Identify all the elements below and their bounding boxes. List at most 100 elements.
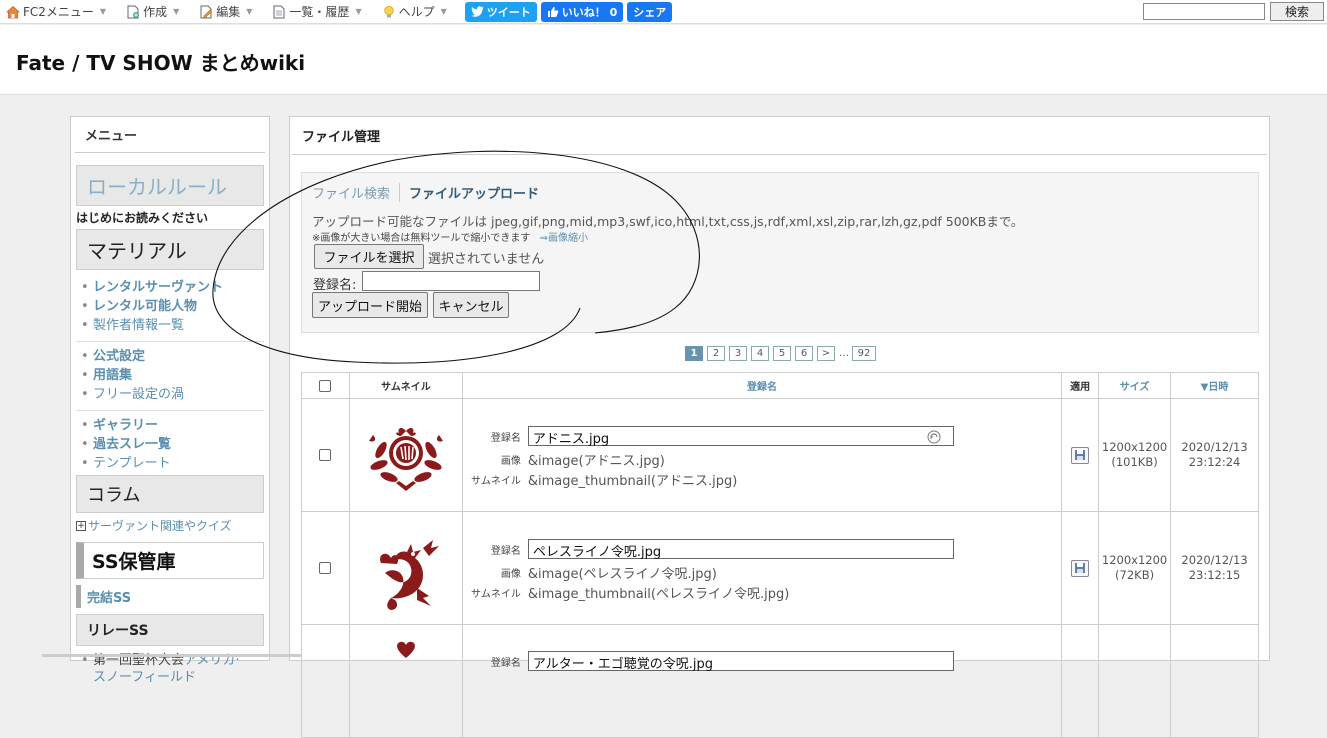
file-name-value: アルター・エゴ聴覚の令呪.jpg [532, 657, 713, 672]
start-upload-button[interactable]: アップロード開始 [312, 292, 428, 318]
social-buttons: ツイート いいね！ 0 シェア [464, 1, 676, 22]
like-button[interactable]: いいね！ 0 [540, 1, 624, 22]
share-button[interactable]: シェア [627, 1, 673, 22]
size-dims: 1200x1200 [1101, 553, 1168, 567]
dragon-seal-thumbnail[interactable] [351, 518, 461, 618]
expand-plus-icon[interactable]: + [76, 520, 86, 531]
image-tag: &image(アドニス.jpg) [527, 454, 665, 469]
relay-ss-box: リレーSS [76, 614, 264, 646]
next-page[interactable]: > [817, 346, 835, 361]
sidebar-link-gallery[interactable]: ギャラリー [93, 418, 158, 433]
divider [76, 410, 264, 411]
sidebar-link-official[interactable]: 公式設定 [93, 349, 145, 364]
col-date[interactable]: ▼日時 [1170, 372, 1259, 399]
table-row: 登録名 アドニス.jpg 画像 &image(アドニス.jpg) サムネイル &… [301, 398, 1259, 512]
upload-note-text: ※画像が大きい場合は無料ツールで縮小できます [312, 233, 531, 244]
site-header: Fate / TV SHOW まとめwiki [0, 25, 1327, 95]
page-2[interactable]: 2 [707, 346, 725, 361]
table-header-row: サムネイル 登録名 適用 サイズ ▼日時 [301, 372, 1259, 399]
no-file-text: 選択されていません [428, 252, 545, 267]
upload-note: ※画像が大きい場合は無料ツールで縮小できます ⇒画像縮小 [312, 229, 588, 244]
share-label: シェア [633, 5, 667, 19]
tab-file-search[interactable]: ファイル検索 [312, 183, 401, 202]
site-title[interactable]: Fate / TV SHOW まとめwiki [16, 47, 305, 76]
select-all-checkbox[interactable] [319, 379, 332, 392]
image-tag: &image(ペレスライノ令呪.jpg) [527, 567, 717, 582]
column-box: コラム [76, 475, 264, 513]
file-fields: 登録名 アルター・エゴ聴覚の令呪.jpg [464, 626, 1060, 736]
page-3[interactable]: 3 [729, 346, 747, 361]
name-row: 登録名 アルター・エゴ聴覚の令呪.jpg [464, 651, 954, 672]
file-name-input[interactable]: アドニス.jpg [527, 426, 954, 447]
name-row: 登録名 ペレスライノ令呪.jpg [464, 539, 954, 560]
file-name-input[interactable]: アルター・エゴ聴覚の令呪.jpg [527, 651, 954, 672]
table-row: 登録名 ペレスライノ令呪.jpg 画像 &image(ペレスライノ令呪.jpg)… [301, 511, 1259, 625]
select-all-cell [301, 372, 350, 399]
sidebar-link-past-threads[interactable]: 過去スレ一覧 [93, 437, 171, 452]
thumb-tag: &image_thumbnail(アドニス.jpg) [527, 474, 738, 489]
col-name[interactable]: 登録名 [461, 372, 1063, 399]
page-last[interactable]: 92 [852, 346, 876, 361]
cancel-button[interactable]: キャンセル [433, 292, 509, 318]
divider [76, 341, 264, 342]
create-menu[interactable]: 作成 ▼ [120, 0, 193, 24]
sidebar-item: ギャラリー [81, 416, 269, 435]
edit-menu[interactable]: 編集 ▼ [193, 0, 266, 24]
sidebar-link-rental-people[interactable]: レンタル可能人物 [93, 299, 197, 314]
register-name-input[interactable] [362, 271, 540, 291]
settings-list: 公式設定 用語集 フリー設定の渦 [71, 347, 269, 404]
sidebar-link-template[interactable]: テンプレート [93, 456, 171, 471]
document-icon [273, 5, 285, 18]
fc2-menu[interactable]: FC2メニュー ▼ [0, 0, 120, 24]
page-5[interactable]: 5 [773, 346, 791, 361]
sidebar-item: 用語集 [81, 366, 269, 385]
page-1[interactable]: 1 [685, 346, 703, 361]
local-rule-box[interactable]: ローカルルール [76, 165, 264, 206]
sidebar-link-glossary[interactable]: 用語集 [93, 368, 132, 383]
sidebar-link-creators[interactable]: 製作者情報一覧 [93, 318, 184, 333]
twitter-bird-icon [470, 6, 484, 17]
row-checkbox[interactable] [319, 562, 332, 574]
thumb-tag: &image_thumbnail(ペレスライノ令呪.jpg) [527, 587, 790, 602]
file-name-input[interactable]: ペレスライノ令呪.jpg [527, 539, 954, 560]
list-menu[interactable]: 一覧・履歴 ▼ [266, 0, 375, 24]
image-resize-link[interactable]: ⇒画像縮小 [540, 233, 588, 244]
page-title: ファイル管理 [292, 117, 1267, 155]
search-button[interactable]: 検索 [1270, 2, 1324, 21]
fc2-menu-label: FC2メニュー [23, 5, 94, 19]
column-sub[interactable]: + サーヴァント関連やクイズ [76, 517, 264, 534]
chevron-down-icon: ▼ [99, 7, 107, 16]
date-value: 2020/12/13 [1181, 553, 1248, 567]
sync-icon[interactable] [927, 430, 941, 444]
ss-done-link[interactable]: 完結SS [87, 591, 131, 606]
col-apply: 適用 [1061, 372, 1100, 399]
gallery-list: ギャラリー 過去スレ一覧 テンプレート [71, 416, 269, 473]
page-4[interactable]: 4 [751, 346, 769, 361]
menu-heading: メニュー [75, 117, 265, 153]
page-6[interactable]: 6 [795, 346, 813, 361]
save-icon[interactable] [1071, 446, 1090, 464]
wreath-seal-thumbnail[interactable] [351, 405, 461, 505]
choose-file-button[interactable]: ファイルを選択 [314, 244, 424, 269]
row-checkbox[interactable] [319, 449, 332, 461]
heart-seal-thumbnail[interactable] [351, 626, 461, 666]
search-input[interactable] [1143, 3, 1265, 20]
col-size[interactable]: サイズ [1098, 372, 1172, 399]
help-menu[interactable]: ヘルプ ▼ [376, 0, 461, 24]
chevron-down-icon: ▼ [440, 7, 447, 16]
sidebar-item: レンタル可能人物 [81, 297, 269, 316]
date-cell: 2020/12/13 23:12:24 [1170, 398, 1259, 512]
sidebar-menu: メニュー ローカルルール はじめにお読みください マテリアル レンタルサーヴァン… [70, 116, 270, 685]
column-sub-link[interactable]: サーヴァント関連やクイズ [88, 517, 232, 534]
tweet-button[interactable]: ツイート [464, 1, 537, 22]
sidebar-item: フリー設定の渦 [81, 385, 269, 404]
tab-file-upload[interactable]: ファイルアップロード [400, 183, 539, 202]
save-icon[interactable] [1071, 559, 1090, 577]
material-box: マテリアル [76, 229, 264, 270]
thumbnail-cell [348, 624, 463, 738]
sidebar-link-free-settings[interactable]: フリー設定の渦 [93, 387, 184, 402]
relay-list: 第一回聖杯大会アメリカ·スノーフィールド [71, 652, 269, 686]
sidebar-link-rental-servant[interactable]: レンタルサーヴァント [93, 280, 223, 295]
edit-icon [200, 5, 213, 18]
size-kb: (101KB) [1111, 455, 1158, 469]
